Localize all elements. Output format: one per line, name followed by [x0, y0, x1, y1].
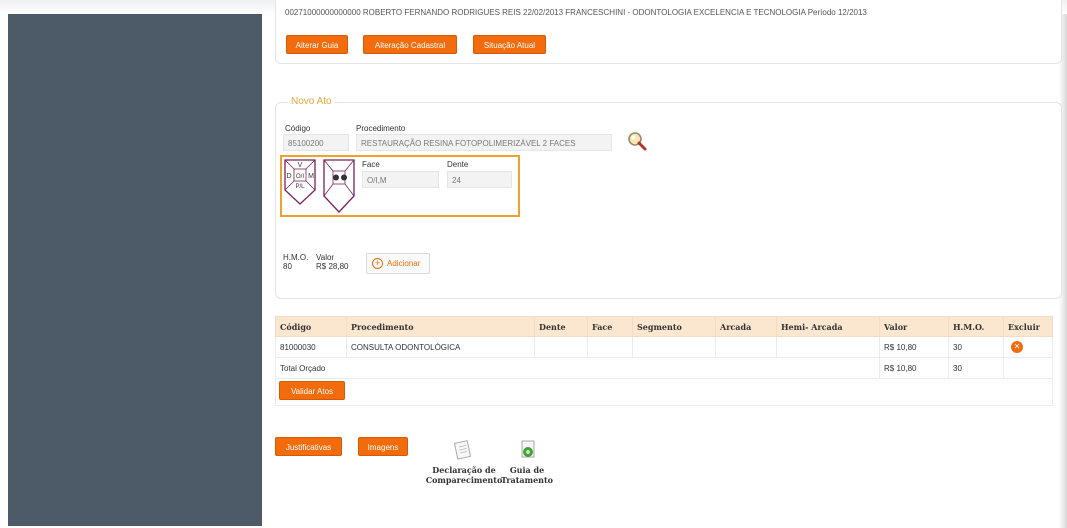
- tooth-selected-diagram[interactable]: [322, 158, 356, 216]
- tooth-letter-d: D: [286, 173, 291, 180]
- hmo-label: H.M.O.: [283, 253, 309, 262]
- col-hemi-arcada: Hemi- Arcada: [776, 316, 880, 337]
- cell-dente: [534, 336, 588, 358]
- tooth-face-diagram[interactable]: V D O/I M P/L: [283, 158, 317, 206]
- tooth-letter-v: V: [298, 162, 303, 169]
- atos-table: Código Procedimento Dente Face Segmento …: [275, 316, 1053, 406]
- cell-procedimento: CONSULTA ODONTOLÓGICA: [346, 336, 535, 358]
- total-hmo: 30: [948, 357, 1004, 379]
- col-face: Face: [587, 316, 633, 337]
- face-label: Face: [362, 160, 380, 169]
- valor-label: Valor: [316, 253, 335, 262]
- col-excluir: Excluir: [1003, 316, 1053, 337]
- sidebar: [8, 14, 262, 526]
- dente-label: Dente: [447, 160, 469, 169]
- col-arcada: Arcada: [715, 316, 777, 337]
- total-row: Total Orçado R$ 10,80 30: [275, 357, 1053, 379]
- table-header-row: Código Procedimento Dente Face Segmento …: [275, 316, 1053, 337]
- imagens-button[interactable]: Imagens: [358, 437, 408, 456]
- cell-hmo: 30: [948, 336, 1004, 358]
- valor-value: R$ 28,80: [316, 262, 349, 271]
- add-icon: +: [372, 258, 383, 269]
- declaracao-line2: Comparecimento: [425, 475, 503, 485]
- hmo-value: 80: [283, 262, 292, 271]
- novo-ato-legend: Novo Ato: [288, 96, 335, 107]
- cell-segmento: [632, 336, 716, 358]
- col-procedimento: Procedimento: [346, 316, 535, 337]
- justificativas-button[interactable]: Justificativas: [275, 437, 342, 456]
- cell-excluir: ✕: [1003, 336, 1053, 358]
- declaracao-comparecimento-link[interactable]: Declaração de Comparecimento: [424, 465, 504, 485]
- guia-line2: Tratamento: [500, 475, 554, 485]
- tooth-letter-m: M: [308, 173, 314, 180]
- col-hmo: H.M.O.: [948, 316, 1004, 337]
- alteracao-cadastral-button[interactable]: Alteração Cadastral: [363, 35, 457, 54]
- cell-arcada: [715, 336, 777, 358]
- col-valor: Valor: [879, 316, 949, 337]
- codigo-field[interactable]: 85100200: [283, 134, 349, 151]
- guia-tratamento-icon[interactable]: [517, 439, 539, 461]
- total-valor: R$ 10,80: [879, 357, 949, 379]
- guia-line1: Guia de: [509, 465, 545, 475]
- adicionar-label: Adicionar: [387, 259, 421, 268]
- cell-codigo: 81000030: [275, 336, 347, 358]
- procedimento-label: Procedimento: [356, 124, 406, 133]
- table-row: 81000030 CONSULTA ODONTOLÓGICA R$ 10,80 …: [275, 336, 1053, 358]
- tooth-letter-pl: P/L: [295, 184, 305, 190]
- declaracao-comparecimento-icon[interactable]: [452, 439, 474, 461]
- delete-icon[interactable]: ✕: [1011, 341, 1023, 353]
- actions-row: [275, 378, 1053, 406]
- cell-hemi-arcada: [776, 336, 880, 358]
- col-segmento: Segmento: [632, 316, 716, 337]
- dente-field[interactable]: 24: [447, 171, 512, 188]
- search-icon[interactable]: [626, 130, 648, 152]
- cell-face: [587, 336, 633, 358]
- adicionar-button[interactable]: + Adicionar: [366, 253, 430, 274]
- declaracao-line1: Declaração de: [432, 465, 496, 475]
- guia-info-row: 00271000000000000 ROBERTO FERNANDO RODRI…: [285, 8, 867, 17]
- procedimento-field[interactable]: RESTAURAÇÃO RESINA FOTOPOLIMERIZÁVEL 2 F…: [356, 134, 612, 151]
- face-field[interactable]: O/I,M: [362, 171, 439, 188]
- tooth-letter-oi: O/I: [296, 174, 304, 180]
- situacao-atual-button[interactable]: Situação Atual: [473, 35, 546, 54]
- validar-atos-button[interactable]: Validar Atos: [279, 381, 345, 400]
- guia-tratamento-link[interactable]: Guia de Tratamento: [495, 465, 559, 485]
- alterar-guia-button[interactable]: Alterar Guia: [286, 35, 348, 54]
- codigo-label: Código: [285, 124, 311, 133]
- total-label: Total Orçado: [275, 357, 880, 379]
- cell-valor: R$ 10,80: [879, 336, 949, 358]
- col-dente: Dente: [534, 316, 588, 337]
- col-codigo: Código: [275, 316, 347, 337]
